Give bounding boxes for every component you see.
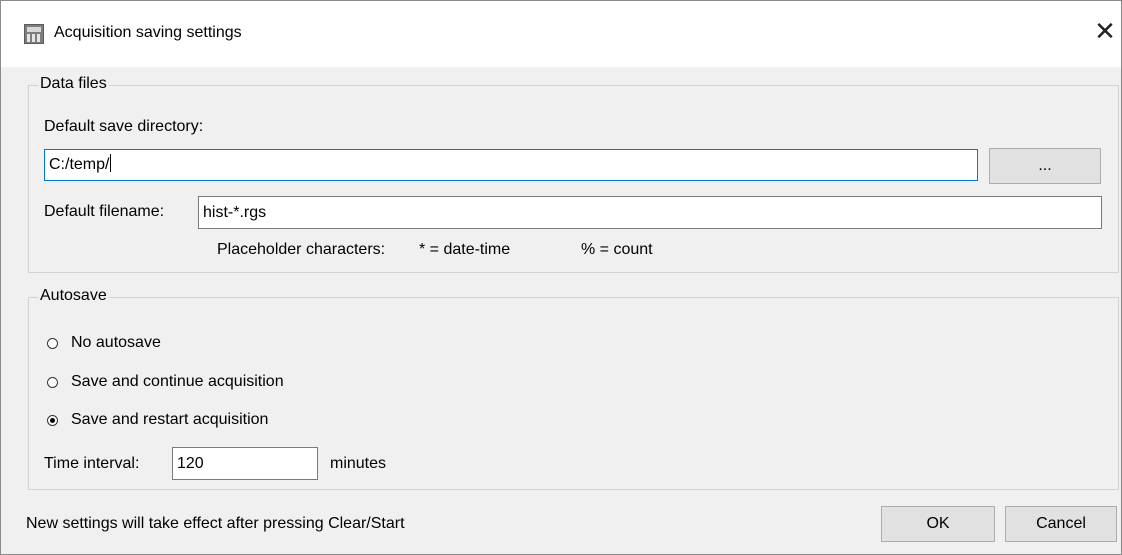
placeholder-label: Placeholder characters: [217,241,386,258]
dialog-window: Acquisition saving settings ✕ Data files… [0,0,1122,555]
save-directory-value: C:/temp/ [49,156,110,173]
radio-save-restart[interactable]: Save and restart acquisition [47,411,268,429]
window-title: Acquisition saving settings [54,24,242,41]
save-directory-label: Default save directory: [44,118,204,135]
settings-note: New settings will take effect after pres… [26,515,405,532]
placeholder-datetime: * = date-time [419,241,511,258]
radio-button[interactable] [47,376,58,388]
close-icon[interactable]: ✕ [1093,18,1117,44]
filename-label: Default filename: [44,203,165,220]
time-interval-input[interactable]: 120 [172,447,318,480]
radio-save-continue[interactable]: Save and continue acquisition [47,373,284,391]
placeholder-count: % = count [581,241,653,258]
app-icon [24,24,44,44]
radio-label: Save and continue acquisition [71,373,284,390]
radio-button[interactable] [47,337,58,349]
time-interval-label: Time interval: [44,455,140,472]
ok-button[interactable]: OK [881,506,995,542]
save-directory-input[interactable]: C:/temp/ [44,149,978,181]
radio-label: Save and restart acquisition [71,411,269,428]
time-interval-unit: minutes [330,455,387,472]
radio-label: No autosave [71,334,161,351]
cancel-button[interactable]: Cancel [1005,506,1117,542]
radio-button-checked[interactable] [47,414,58,426]
radio-no-autosave[interactable]: No autosave [47,334,161,352]
title-bar: Acquisition saving settings ✕ [1,1,1121,67]
data-files-legend: Data files [38,75,109,93]
filename-input[interactable]: hist-*.rgs [198,196,1102,229]
browse-button[interactable]: ... [989,148,1101,184]
text-caret [110,154,112,172]
autosave-legend: Autosave [38,287,109,305]
